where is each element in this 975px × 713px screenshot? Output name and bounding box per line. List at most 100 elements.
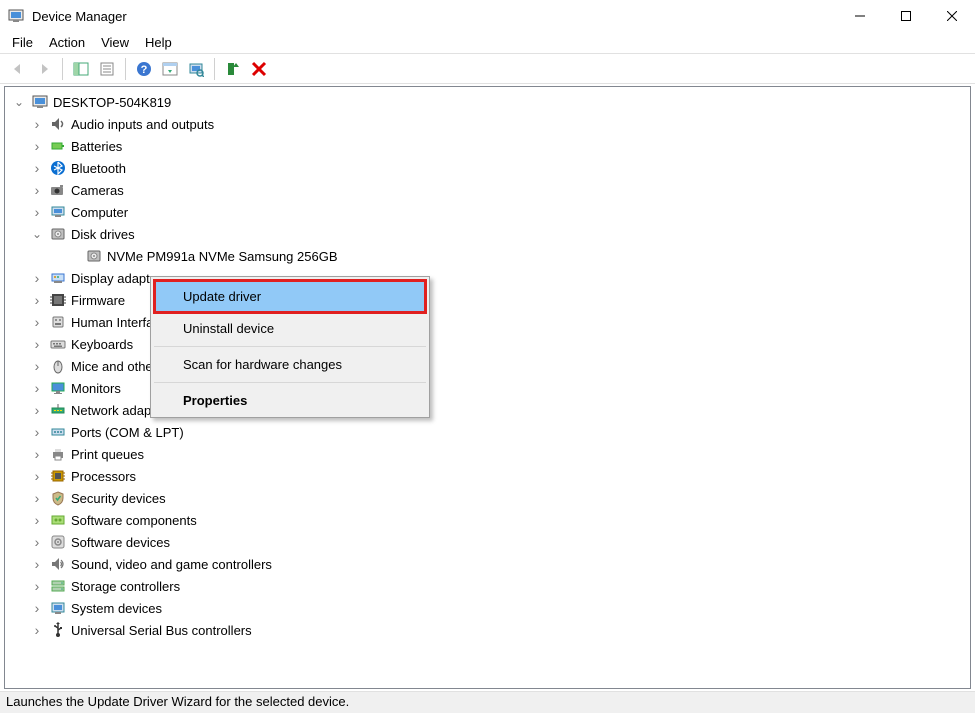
close-button[interactable] bbox=[929, 0, 975, 32]
expand-icon[interactable] bbox=[29, 138, 45, 154]
battery-icon bbox=[49, 137, 67, 155]
node-label: System devices bbox=[71, 601, 162, 616]
expand-icon[interactable] bbox=[29, 534, 45, 550]
expand-icon[interactable] bbox=[29, 358, 45, 374]
status-bar: Launches the Update Driver Wizard for th… bbox=[0, 691, 975, 713]
tree-category-node[interactable]: Disk drives bbox=[5, 223, 970, 245]
node-label: Ports (COM & LPT) bbox=[71, 425, 184, 440]
expand-icon[interactable] bbox=[29, 402, 45, 418]
expand-icon[interactable] bbox=[29, 556, 45, 572]
window-controls bbox=[837, 0, 975, 32]
node-label: NVMe PM991a NVMe Samsung 256GB bbox=[107, 249, 338, 264]
expand-icon bbox=[65, 248, 81, 264]
tree-category-node[interactable]: Bluetooth bbox=[5, 157, 970, 179]
node-label: Bluetooth bbox=[71, 161, 126, 176]
node-label: Firmware bbox=[71, 293, 125, 308]
camera-icon bbox=[49, 181, 67, 199]
expand-icon[interactable] bbox=[29, 380, 45, 396]
context-update-driver[interactable]: Update driver bbox=[156, 282, 424, 311]
context-update-highlight: Update driver bbox=[153, 279, 427, 314]
node-label: Security devices bbox=[71, 491, 166, 506]
toolbar-separator bbox=[214, 58, 215, 80]
context-uninstall-device[interactable]: Uninstall device bbox=[153, 314, 427, 343]
expand-icon[interactable] bbox=[29, 160, 45, 176]
node-label: Software components bbox=[71, 513, 197, 528]
tree-category-node[interactable]: Computer bbox=[5, 201, 970, 223]
expand-icon[interactable] bbox=[29, 270, 45, 286]
toolbar-separator bbox=[125, 58, 126, 80]
mouse-icon bbox=[49, 357, 67, 375]
toolbar-help-button[interactable]: ? bbox=[132, 57, 156, 81]
tree-category-node[interactable]: Audio inputs and outputs bbox=[5, 113, 970, 135]
expand-icon[interactable] bbox=[29, 226, 45, 242]
menu-file[interactable]: File bbox=[4, 33, 41, 52]
computer-icon bbox=[49, 203, 67, 221]
tree-category-node[interactable]: Processors bbox=[5, 465, 970, 487]
node-label: Processors bbox=[71, 469, 136, 484]
tree-category-node[interactable]: Print queues bbox=[5, 443, 970, 465]
tree-category-node[interactable]: Sound, video and game controllers bbox=[5, 553, 970, 575]
menu-view[interactable]: View bbox=[93, 33, 137, 52]
node-label: Computer bbox=[71, 205, 128, 220]
cpu-icon bbox=[49, 467, 67, 485]
toolbar-update-driver-button[interactable] bbox=[221, 57, 245, 81]
tree-category-node[interactable]: Ports (COM & LPT) bbox=[5, 421, 970, 443]
expand-icon[interactable] bbox=[29, 116, 45, 132]
menu-help[interactable]: Help bbox=[137, 33, 180, 52]
toolbar-properties-button[interactable] bbox=[95, 57, 119, 81]
minimize-button[interactable] bbox=[837, 0, 883, 32]
toolbar-scan-button[interactable] bbox=[184, 57, 208, 81]
svg-text:?: ? bbox=[141, 64, 148, 76]
expand-icon[interactable] bbox=[29, 446, 45, 462]
display-adapter-icon bbox=[49, 269, 67, 287]
security-icon bbox=[49, 489, 67, 507]
node-label: Software devices bbox=[71, 535, 170, 550]
bluetooth-icon bbox=[49, 159, 67, 177]
tree-category-node[interactable]: System devices bbox=[5, 597, 970, 619]
expand-icon[interactable] bbox=[29, 292, 45, 308]
expand-icon[interactable] bbox=[29, 600, 45, 616]
tree-category-node[interactable]: Security devices bbox=[5, 487, 970, 509]
expand-icon[interactable] bbox=[29, 314, 45, 330]
component-icon bbox=[49, 511, 67, 529]
expand-icon[interactable] bbox=[29, 512, 45, 528]
monitor-icon bbox=[49, 379, 67, 397]
context-properties[interactable]: Properties bbox=[153, 386, 427, 415]
expand-icon[interactable] bbox=[29, 490, 45, 506]
printer-icon bbox=[49, 445, 67, 463]
expand-icon[interactable] bbox=[29, 578, 45, 594]
port-icon bbox=[49, 423, 67, 441]
toolbar-uninstall-button[interactable] bbox=[247, 57, 271, 81]
tree-category-node[interactable]: Storage controllers bbox=[5, 575, 970, 597]
title-bar: Device Manager bbox=[0, 0, 975, 32]
expand-icon[interactable] bbox=[29, 468, 45, 484]
tree-category-node[interactable]: Universal Serial Bus controllers bbox=[5, 619, 970, 641]
toolbar: ? bbox=[0, 54, 975, 84]
tree-category-node[interactable]: Software components bbox=[5, 509, 970, 531]
node-label: Universal Serial Bus controllers bbox=[71, 623, 252, 638]
expand-icon[interactable] bbox=[29, 622, 45, 638]
expand-icon[interactable] bbox=[29, 182, 45, 198]
maximize-button[interactable] bbox=[883, 0, 929, 32]
tree-device-node[interactable]: NVMe PM991a NVMe Samsung 256GB bbox=[5, 245, 970, 267]
expand-icon[interactable] bbox=[11, 94, 27, 110]
tree-root-node[interactable]: DESKTOP-504K819 bbox=[5, 91, 970, 113]
usb-icon bbox=[49, 621, 67, 639]
context-separator bbox=[154, 382, 426, 383]
toolbar-show-hide-button[interactable] bbox=[69, 57, 93, 81]
tree-category-node[interactable]: Software devices bbox=[5, 531, 970, 553]
context-scan-hardware[interactable]: Scan for hardware changes bbox=[153, 350, 427, 379]
storage-icon bbox=[49, 577, 67, 595]
sound-icon bbox=[49, 555, 67, 573]
tree-category-node[interactable]: Batteries bbox=[5, 135, 970, 157]
network-icon bbox=[49, 401, 67, 419]
tree-category-node[interactable]: Cameras bbox=[5, 179, 970, 201]
toolbar-action-list-button[interactable] bbox=[158, 57, 182, 81]
expand-icon[interactable] bbox=[29, 336, 45, 352]
menu-action[interactable]: Action bbox=[41, 33, 93, 52]
expand-icon[interactable] bbox=[29, 424, 45, 440]
toolbar-forward-button[interactable] bbox=[32, 57, 56, 81]
expand-icon[interactable] bbox=[29, 204, 45, 220]
node-label: Storage controllers bbox=[71, 579, 180, 594]
toolbar-back-button[interactable] bbox=[6, 57, 30, 81]
